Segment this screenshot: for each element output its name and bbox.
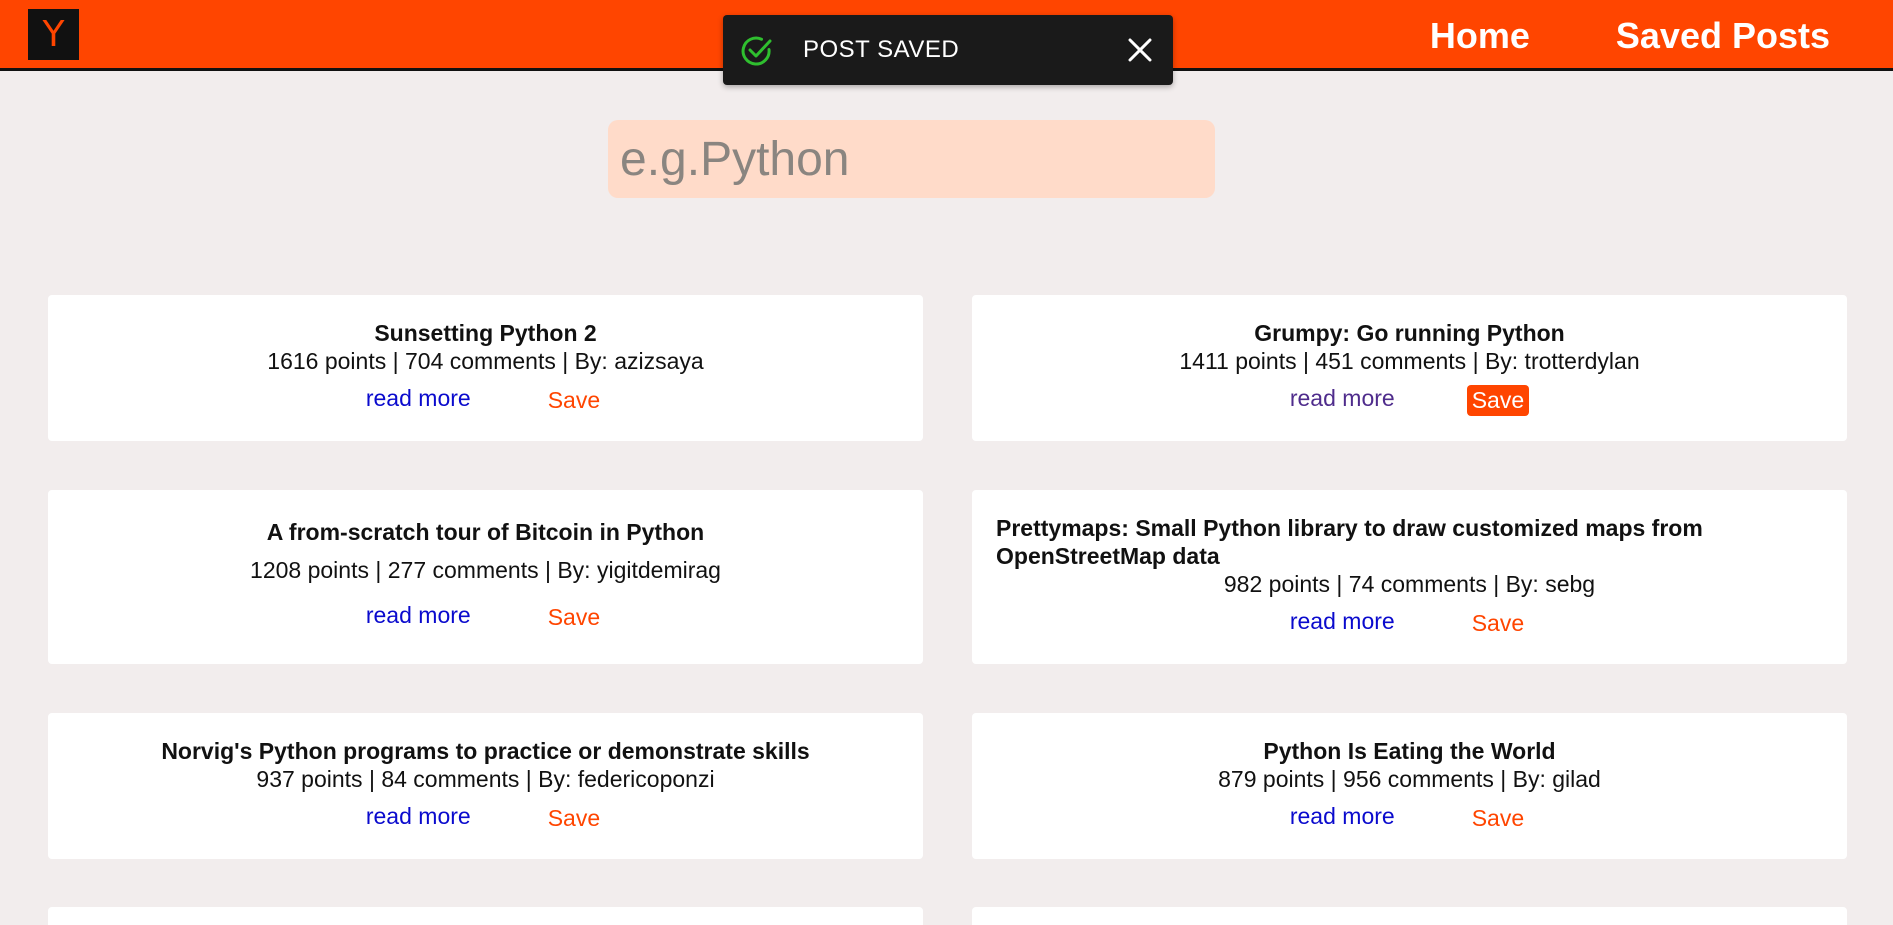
toast-message: POST SAVED: [803, 36, 960, 63]
search-input[interactable]: [608, 120, 1215, 198]
post-card: A from-scratch tour of Bitcoin in Python…: [48, 490, 923, 664]
post-card: Prettymaps: Small Python library to draw…: [972, 490, 1847, 664]
post-card: Norvig's Python programs to practice or …: [48, 713, 923, 859]
toast-notification: POST SAVED: [723, 15, 1173, 85]
read-more-link[interactable]: read more: [366, 385, 471, 416]
save-button[interactable]: Save: [1466, 385, 1530, 416]
check-circle-icon: [741, 36, 772, 66]
read-more-link[interactable]: read more: [366, 803, 471, 834]
close-icon[interactable]: [1125, 35, 1155, 65]
nav-saved-posts-link[interactable]: Saved Posts: [1616, 15, 1830, 57]
y-logo[interactable]: Y: [28, 9, 79, 60]
post-meta: 1616 points | 704 comments | By: azizsay…: [267, 348, 704, 374]
post-title: Grumpy: Go running Python: [1254, 320, 1565, 346]
post-title: A from-scratch tour of Bitcoin in Python: [266, 519, 705, 545]
post-title: Python Is Eating the World: [1263, 738, 1556, 764]
post-meta: 1208 points | 277 comments | By: yigitde…: [250, 557, 721, 583]
post-actions: read more Save: [48, 602, 923, 633]
post-card-partial: [48, 907, 923, 925]
post-card: Sunsetting Python 2 1616 points | 704 co…: [48, 295, 923, 441]
post-title: Norvig's Python programs to practice or …: [161, 738, 810, 764]
post-meta: 982 points | 74 comments | By: sebg: [1223, 571, 1596, 597]
read-more-link[interactable]: read more: [1290, 608, 1395, 639]
post-title: Sunsetting Python 2: [374, 320, 597, 346]
save-button[interactable]: Save: [1467, 608, 1529, 639]
nav-home-link[interactable]: Home: [1430, 15, 1530, 57]
read-more-link[interactable]: read more: [366, 602, 471, 633]
save-button[interactable]: Save: [1467, 803, 1529, 834]
post-meta: 879 points | 956 comments | By: gilad: [1218, 766, 1601, 792]
main-nav: Home Saved Posts: [1430, 0, 1830, 71]
post-actions: read more Save: [48, 803, 923, 834]
read-more-link[interactable]: read more: [1290, 385, 1395, 416]
post-actions: read more Save: [996, 608, 1823, 639]
read-more-link[interactable]: read more: [1290, 803, 1395, 834]
save-button[interactable]: Save: [543, 602, 605, 633]
post-actions: read more Save: [48, 385, 923, 416]
post-title: Prettymaps: Small Python library to draw…: [996, 515, 1703, 569]
post-actions: read more Save: [972, 803, 1847, 834]
post-meta: 937 points | 84 comments | By: federicop…: [256, 766, 715, 792]
post-meta: 1411 points | 451 comments | By: trotter…: [1179, 348, 1640, 374]
post-card: Python Is Eating the World 879 points | …: [972, 713, 1847, 859]
post-actions: read more Save: [972, 385, 1847, 416]
save-button[interactable]: Save: [543, 803, 605, 834]
save-button[interactable]: Save: [543, 385, 605, 416]
post-card-partial: [972, 907, 1847, 925]
post-card: Grumpy: Go running Python 1411 points | …: [972, 295, 1847, 441]
